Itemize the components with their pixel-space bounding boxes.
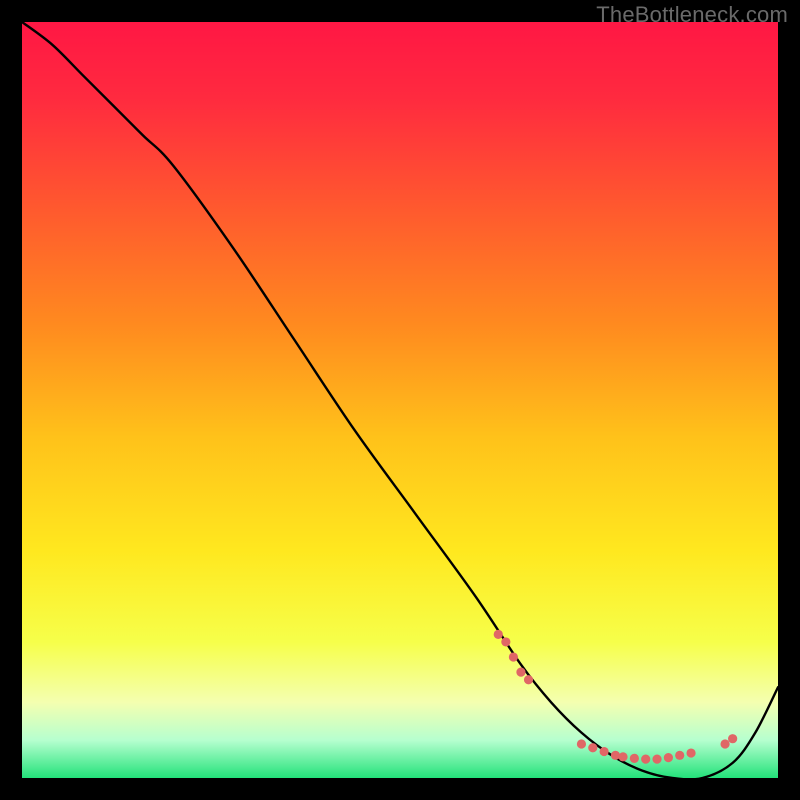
marker-dot [641,755,650,764]
marker-dot [524,675,533,684]
marker-dot [675,751,684,760]
marker-dot [664,753,673,762]
marker-dot [652,755,661,764]
marker-dot [618,752,627,761]
marker-dot [501,637,510,646]
marker-dot [728,734,737,743]
plot-area [22,22,778,778]
marker-dot [630,754,639,763]
marker-dot [509,652,518,661]
marker-dot [720,739,729,748]
gradient-background [22,22,778,778]
marker-dot [516,668,525,677]
marker-dot [577,739,586,748]
marker-dot [686,748,695,757]
plot-svg [22,22,778,778]
chart-frame: TheBottleneck.com [0,0,800,800]
marker-dot [494,630,503,639]
marker-dot [600,747,609,756]
marker-dot [588,743,597,752]
